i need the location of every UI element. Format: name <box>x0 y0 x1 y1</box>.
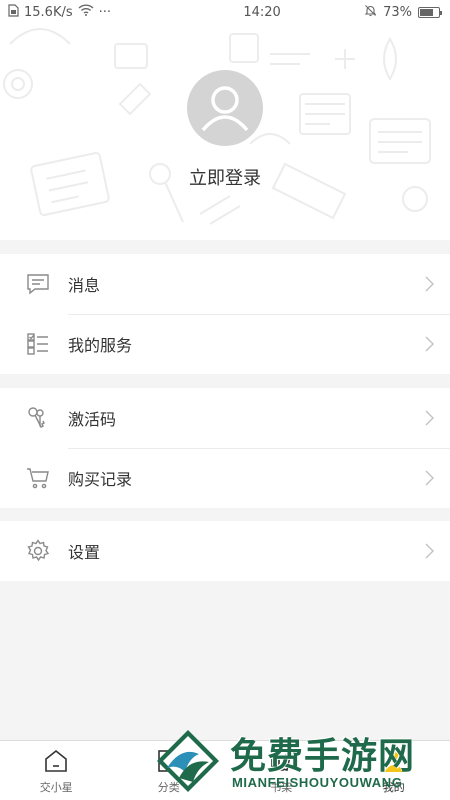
chevron-right-icon <box>408 470 450 486</box>
tab-home[interactable]: 交小星 <box>0 741 113 800</box>
menu-item-my-services[interactable]: 我的服务 <box>0 314 450 374</box>
watermark-subtitle: MIANFEISHOUYOUWANG <box>232 775 403 790</box>
menu-item-settings[interactable]: 设置 <box>0 521 450 581</box>
menu-item-purchase-history[interactable]: 购买记录 <box>0 448 450 508</box>
message-icon <box>0 254 68 314</box>
menu-label-activation-code: 激活码 <box>68 410 117 429</box>
network-speed: 15.6K/s <box>24 4 73 20</box>
tab-label-home: 交小星 <box>39 781 73 794</box>
bell-muted-icon <box>364 4 377 21</box>
battery-icon <box>418 6 442 18</box>
menu-item-messages[interactable]: 消息 <box>0 254 450 314</box>
menu-group-2: 激活码 购买记录 <box>0 388 450 508</box>
home-icon <box>42 747 70 775</box>
status-time: 14:20 <box>243 4 281 20</box>
avatar[interactable] <box>187 70 263 146</box>
watermark: 免费手游网 MIANFEISHOUYOUWANG <box>150 725 450 800</box>
battery-percent: 73% <box>383 4 412 20</box>
menu-group-1: 消息 我的服务 <box>0 254 450 374</box>
menu-label-my-services: 我的服务 <box>68 336 133 355</box>
chevron-right-icon <box>408 276 450 292</box>
sim-icon <box>8 3 19 21</box>
cart-icon <box>0 448 68 508</box>
more-dots: ··· <box>98 4 112 20</box>
login-button[interactable]: 立即登录 <box>0 164 450 190</box>
menu-label-settings: 设置 <box>68 543 101 562</box>
wifi-icon <box>78 4 94 20</box>
service-list-icon <box>0 314 68 374</box>
chevron-right-icon <box>408 543 450 559</box>
status-bar: 15.6K/s ··· 14:20 73% <box>0 0 450 24</box>
chevron-right-icon <box>408 336 450 352</box>
menu-item-activation-code[interactable]: 激活码 <box>0 388 450 448</box>
chevron-right-icon <box>408 410 450 426</box>
user-avatar-icon <box>201 86 249 132</box>
menu-label-messages: 消息 <box>68 276 101 295</box>
menu-group-3: 设置 <box>0 521 450 581</box>
watermark-logo-icon <box>157 730 219 792</box>
status-right: 73% <box>364 4 450 21</box>
profile-header: 立即登录 <box>0 24 450 240</box>
key-icon <box>0 388 68 448</box>
menu-label-purchase-history: 购买记录 <box>68 470 133 489</box>
watermark-title: 免费手游网 <box>230 735 416 777</box>
gear-icon <box>0 521 68 581</box>
